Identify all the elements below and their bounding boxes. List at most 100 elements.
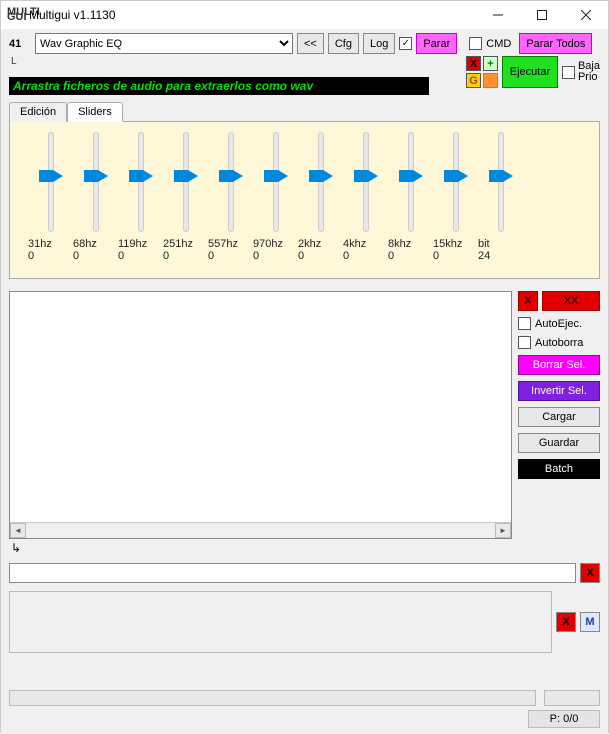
- slider-119hz: 119hz0: [118, 132, 163, 274]
- slider-8khz: 8khz0: [388, 132, 433, 274]
- slider-value-label: 0: [163, 250, 208, 262]
- slider-freq-label: 119hz: [118, 238, 163, 250]
- progress-row: [9, 690, 600, 706]
- app-logo: MULTIGUI: [7, 7, 23, 23]
- autoborra-label: Autoborra: [535, 337, 583, 349]
- slider-freq-label: 4khz: [343, 238, 388, 250]
- slider-track[interactable]: [446, 132, 466, 232]
- scroll-right-icon[interactable]: ►: [495, 523, 511, 538]
- slider-freq-label: 2khz: [298, 238, 343, 250]
- list-side-buttons: X XX AutoEjec. Autoborra Borrar Sel. Inv…: [518, 291, 600, 539]
- slider-freq-label: 68hz: [73, 238, 118, 250]
- slider-freq-label: 8khz: [388, 238, 433, 250]
- slider-thumb-icon[interactable]: [39, 170, 63, 182]
- slider-track[interactable]: [401, 132, 421, 232]
- slider-68hz: 68hz0: [73, 132, 118, 274]
- cargar-button[interactable]: Cargar: [518, 407, 600, 427]
- slider-thumb-icon[interactable]: [84, 170, 108, 182]
- slider-track[interactable]: [491, 132, 511, 232]
- slider-thumb-icon[interactable]: [174, 170, 198, 182]
- list-hscrollbar[interactable]: ◄ ►: [10, 522, 511, 538]
- status-count: P: 0/0: [528, 710, 600, 728]
- text-input-row-1: X: [9, 563, 600, 583]
- slider-2khz: 2khz0: [298, 132, 343, 274]
- slider-thumb-icon[interactable]: [219, 170, 243, 182]
- slider-thumb-icon[interactable]: [489, 170, 513, 182]
- slider-thumb-icon[interactable]: [129, 170, 153, 182]
- slider-freq-label: 251hz: [163, 238, 208, 250]
- slider-bit: bit24: [478, 132, 523, 274]
- slider-thumb-icon[interactable]: [399, 170, 423, 182]
- slider-track[interactable]: [221, 132, 241, 232]
- mini-orange-button[interactable]: [483, 73, 498, 88]
- log-checkbox[interactable]: [399, 37, 412, 50]
- close-button[interactable]: [564, 1, 608, 29]
- slider-track[interactable]: [41, 132, 61, 232]
- cfg-button[interactable]: Cfg: [328, 33, 359, 54]
- slider-value-label: 0: [298, 250, 343, 262]
- side-xx-button[interactable]: XX: [542, 291, 600, 311]
- list-area: ◄ ► X XX AutoEjec. Autoborra Borrar Sel.…: [9, 291, 600, 539]
- maximize-button[interactable]: [520, 1, 564, 29]
- slider-track[interactable]: [176, 132, 196, 232]
- side-x-button[interactable]: X: [518, 291, 538, 311]
- slider-thumb-icon[interactable]: [264, 170, 288, 182]
- mini-plus-button[interactable]: +: [483, 56, 498, 71]
- cmd-label: CMD: [486, 38, 511, 50]
- slider-track[interactable]: [356, 132, 376, 232]
- slider-value-label: 0: [118, 250, 163, 262]
- guardar-button[interactable]: Guardar: [518, 433, 600, 453]
- slider-freq-label: 31hz: [28, 238, 73, 250]
- text-input-1[interactable]: [9, 563, 576, 583]
- slider-value-label: 0: [388, 250, 433, 262]
- slider-thumb-icon[interactable]: [309, 170, 333, 182]
- slider-freq-label: 557hz: [208, 238, 253, 250]
- ejecutar-button[interactable]: Ejecutar: [502, 56, 558, 88]
- tab-edicion[interactable]: Edición: [9, 102, 67, 122]
- slider-track[interactable]: [311, 132, 331, 232]
- minimize-button[interactable]: [476, 1, 520, 29]
- sliders-panel: 31hz068hz0119hz0251hz0557hz0970hz02khz04…: [9, 121, 600, 279]
- slider-freq-label: 15khz: [433, 238, 478, 250]
- autoejec-label: AutoEjec.: [535, 318, 582, 330]
- slider-thumb-icon[interactable]: [354, 170, 378, 182]
- mini-g-button[interactable]: G: [466, 73, 481, 88]
- slider-freq-label: 970hz: [253, 238, 298, 250]
- preset-select[interactable]: Wav Graphic EQ: [35, 33, 293, 54]
- row-secondary: L Arrastra ficheros de audio para extrae…: [9, 56, 600, 95]
- back-button[interactable]: <<: [297, 33, 324, 54]
- slider-31hz: 31hz0: [28, 132, 73, 274]
- batch-button[interactable]: Batch: [518, 459, 600, 479]
- slider-970hz: 970hz0: [253, 132, 298, 274]
- input1-x-button[interactable]: X: [580, 563, 600, 583]
- tab-sliders[interactable]: Sliders: [67, 102, 123, 122]
- input2-x-button[interactable]: X: [556, 612, 576, 632]
- slider-track[interactable]: [86, 132, 106, 232]
- parar-todos-button[interactable]: Parar Todos: [519, 33, 592, 54]
- slider-thumb-icon[interactable]: [444, 170, 468, 182]
- autoejec-checkbox[interactable]: [518, 317, 531, 330]
- drop-banner: Arrastra ficheros de audio para extraerl…: [9, 77, 429, 95]
- m-button[interactable]: M: [580, 612, 600, 632]
- slider-value-label: 0: [343, 250, 388, 262]
- borrar-sel-button[interactable]: Borrar Sel.: [518, 355, 600, 375]
- slider-track[interactable]: [266, 132, 286, 232]
- invertir-sel-button[interactable]: Invertir Sel.: [518, 381, 600, 401]
- scroll-left-icon[interactable]: ◄: [10, 523, 26, 538]
- cmd-checkbox[interactable]: [469, 37, 482, 50]
- titlebar: MULTIGUI Multigui v1.1130: [1, 1, 608, 29]
- file-listbox[interactable]: ◄ ►: [9, 291, 512, 539]
- baja-prio-checkbox[interactable]: [562, 66, 575, 79]
- window-title: Multigui v1.1130: [29, 8, 476, 22]
- progress-bar-main: [9, 690, 536, 706]
- output-area[interactable]: [9, 591, 552, 653]
- mini-x-button[interactable]: X: [466, 56, 481, 71]
- text-input-row-2: X M: [9, 591, 600, 653]
- parar-button[interactable]: Parar: [416, 33, 457, 54]
- progress-bar-small: [544, 690, 600, 706]
- log-button[interactable]: Log: [363, 33, 395, 54]
- toolbar: 41 Wav Graphic EQ << Cfg Log Parar CMD P…: [9, 33, 600, 54]
- slider-value-label: 0: [208, 250, 253, 262]
- autoborra-checkbox[interactable]: [518, 336, 531, 349]
- slider-track[interactable]: [131, 132, 151, 232]
